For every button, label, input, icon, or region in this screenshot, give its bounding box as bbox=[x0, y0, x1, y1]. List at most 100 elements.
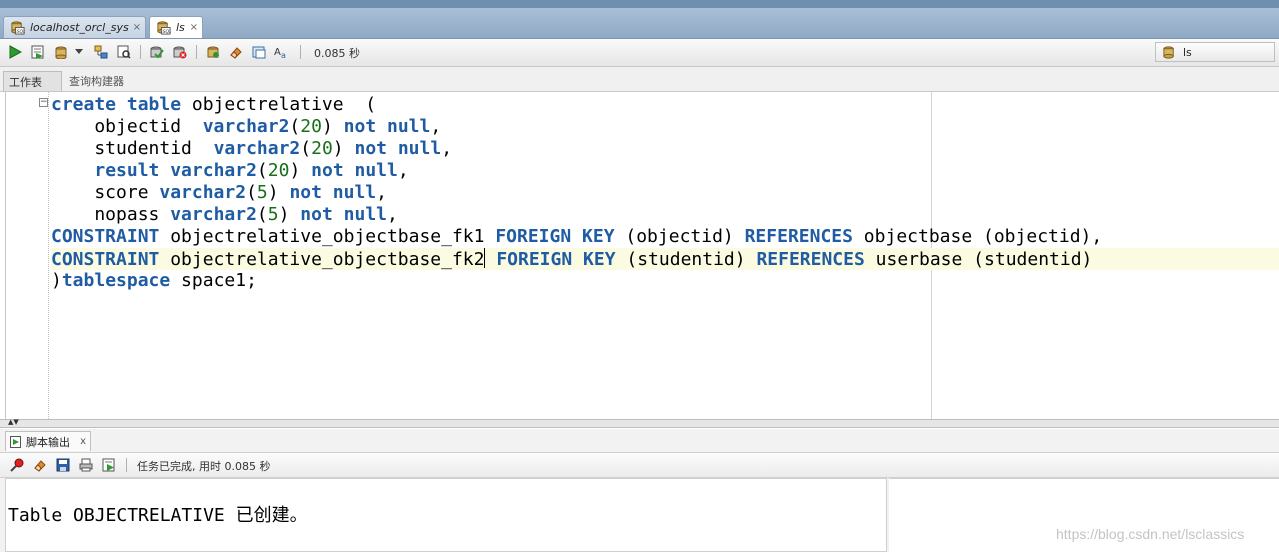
sql-number: 20 bbox=[300, 116, 322, 137]
sql-text: nopass bbox=[51, 204, 171, 225]
tab-ls[interactable]: SQL ls × bbox=[149, 16, 203, 38]
code-line[interactable]: studentid varchar2(20) not null, bbox=[51, 138, 1279, 160]
toolbar-separator bbox=[126, 458, 127, 472]
sql-text: ) bbox=[332, 138, 355, 159]
pin-icon[interactable] bbox=[8, 456, 26, 474]
clear-eraser-icon[interactable] bbox=[31, 456, 49, 474]
sql-text: ) bbox=[267, 182, 290, 203]
sql-text: objectbase (objectid), bbox=[852, 226, 1103, 247]
sql-keyword: result varchar2 bbox=[94, 160, 257, 181]
sql-text: space1; bbox=[170, 270, 257, 291]
code-line[interactable]: result varchar2(20) not null, bbox=[51, 160, 1279, 182]
script-output-icon bbox=[10, 435, 21, 448]
script-output-text-area[interactable]: Table OBJECTRELATIVE 已创建。 bbox=[5, 478, 887, 552]
sql-text: ( bbox=[246, 182, 257, 203]
sql-text: , bbox=[441, 138, 453, 159]
sql-text: ( bbox=[256, 160, 268, 181]
line-gutter: − bbox=[6, 92, 49, 419]
sql-keyword: varchar2 bbox=[202, 116, 290, 137]
code-line[interactable]: CONSTRAINT objectrelative_objectbase_fk1… bbox=[51, 226, 1279, 248]
commit-icon[interactable] bbox=[52, 43, 70, 61]
explain-plan-icon[interactable] bbox=[92, 43, 110, 61]
code-line[interactable]: CONSTRAINT objectrelative_objectbase_fk2… bbox=[51, 248, 1279, 270]
commit-transaction-icon[interactable] bbox=[148, 43, 166, 61]
tab-query-builder[interactable]: 查询构建器 bbox=[64, 71, 129, 91]
code-line[interactable]: )tablespace space1; bbox=[51, 270, 1279, 292]
sql-editor[interactable]: − create table objectrelative ( objectid… bbox=[5, 92, 1279, 419]
editor-subtabs: 工作表 查询构建器 bbox=[0, 67, 1279, 92]
save-icon[interactable] bbox=[54, 456, 72, 474]
connection-name: ls bbox=[1183, 45, 1192, 59]
tab-close-icon[interactable]: x bbox=[80, 436, 86, 447]
splitter-arrows-icon[interactable]: ▲▼ bbox=[8, 419, 19, 426]
sql-text: ( bbox=[300, 138, 312, 159]
sql-text: (objectid) bbox=[614, 226, 745, 247]
sql-text: ( bbox=[256, 204, 268, 225]
sql-keyword: FOREIGN KEY bbox=[496, 249, 616, 270]
tab-worksheet[interactable]: 工作表 bbox=[3, 71, 62, 91]
fold-toggle-icon[interactable]: − bbox=[39, 98, 48, 107]
sql-keyword: varchar2 bbox=[159, 182, 247, 203]
sql-number: 20 bbox=[311, 138, 333, 159]
sql-text: , bbox=[397, 160, 409, 181]
unshared-sql-icon[interactable] bbox=[204, 43, 222, 61]
format-text-icon[interactable]: Aa bbox=[273, 43, 291, 61]
run-statement-icon[interactable] bbox=[6, 43, 24, 61]
code-line[interactable]: nopass varchar2(5) not null, bbox=[51, 204, 1279, 226]
sql-text: (studentid) bbox=[615, 249, 757, 270]
task-status: 任务已完成, 用时 0.085 秒 bbox=[137, 460, 271, 473]
sql-keyword: CONSTRAINT bbox=[51, 226, 160, 247]
run-script-icon[interactable] bbox=[100, 456, 118, 474]
tab-close-icon[interactable]: × bbox=[190, 22, 198, 33]
sql-history-icon[interactable] bbox=[250, 43, 268, 61]
sql-worksheet-icon: SQL bbox=[11, 21, 25, 35]
sql-text: ) bbox=[51, 270, 62, 291]
run-script-icon[interactable] bbox=[29, 43, 47, 61]
code-line[interactable]: score varchar2(5) not null, bbox=[51, 182, 1279, 204]
toolbar-separator bbox=[196, 45, 197, 59]
sql-text: ) bbox=[321, 116, 344, 137]
sql-keyword: varchar2 bbox=[170, 204, 257, 225]
sql-keyword: varchar2 bbox=[213, 138, 301, 159]
connection-selector[interactable]: ls bbox=[1155, 42, 1275, 62]
tab-close-icon[interactable]: × bbox=[133, 22, 141, 33]
sql-code[interactable]: create table objectrelative ( objectid v… bbox=[51, 94, 1279, 292]
sql-text: userbase (studentid) bbox=[864, 249, 1093, 270]
autotrace-icon[interactable] bbox=[115, 43, 133, 61]
toolbar-separator bbox=[140, 45, 141, 59]
tab-label: localhost_orcl_sys bbox=[30, 21, 129, 34]
sql-keyword: tablespace bbox=[61, 270, 171, 291]
sql-text: ) bbox=[278, 204, 301, 225]
pane-splitter[interactable]: ▲▼ bbox=[0, 419, 1279, 428]
sql-text: studentid bbox=[51, 138, 214, 159]
tab-script-output[interactable]: 脚本输出 x bbox=[5, 431, 91, 451]
svg-text:A: A bbox=[274, 47, 281, 58]
svg-text:a: a bbox=[281, 51, 286, 59]
worksheet-tab-bar: SQL localhost_orcl_sys × SQL ls × bbox=[0, 8, 1279, 39]
output-result-text: Table OBJECTRELATIVE 已创建。 bbox=[8, 505, 308, 526]
sql-keyword: REFERENCES bbox=[744, 226, 853, 247]
code-line[interactable]: objectid varchar2(20) not null, bbox=[51, 116, 1279, 138]
sql-keyword: not null bbox=[289, 182, 377, 203]
print-icon[interactable] bbox=[77, 456, 95, 474]
sql-text: objectrelative_objectbase_fk1 bbox=[159, 226, 496, 247]
chevron-down-icon[interactable] bbox=[72, 43, 86, 61]
rollback-icon[interactable] bbox=[171, 43, 189, 61]
code-line[interactable]: create table objectrelative ( bbox=[51, 94, 1279, 116]
sql-keyword: create table bbox=[51, 94, 182, 115]
output-toolbar: 任务已完成, 用时 0.085 秒 bbox=[0, 452, 1279, 478]
svg-text:SQL: SQL bbox=[163, 29, 171, 35]
tab-localhost-orcl-sys[interactable]: SQL localhost_orcl_sys × bbox=[3, 16, 146, 38]
sql-text: , bbox=[387, 204, 398, 225]
watermark: https://blog.csdn.net/lsclassics bbox=[1056, 526, 1245, 542]
clear-eraser-icon[interactable] bbox=[227, 43, 245, 61]
sql-number: 5 bbox=[267, 204, 279, 225]
svg-text:SQL: SQL bbox=[17, 29, 25, 35]
sql-text: , bbox=[430, 116, 442, 137]
sql-keyword: not null bbox=[343, 116, 431, 137]
sql-text: , bbox=[376, 182, 387, 203]
sql-keyword: not null bbox=[300, 204, 387, 225]
sql-text: ) bbox=[289, 160, 312, 181]
